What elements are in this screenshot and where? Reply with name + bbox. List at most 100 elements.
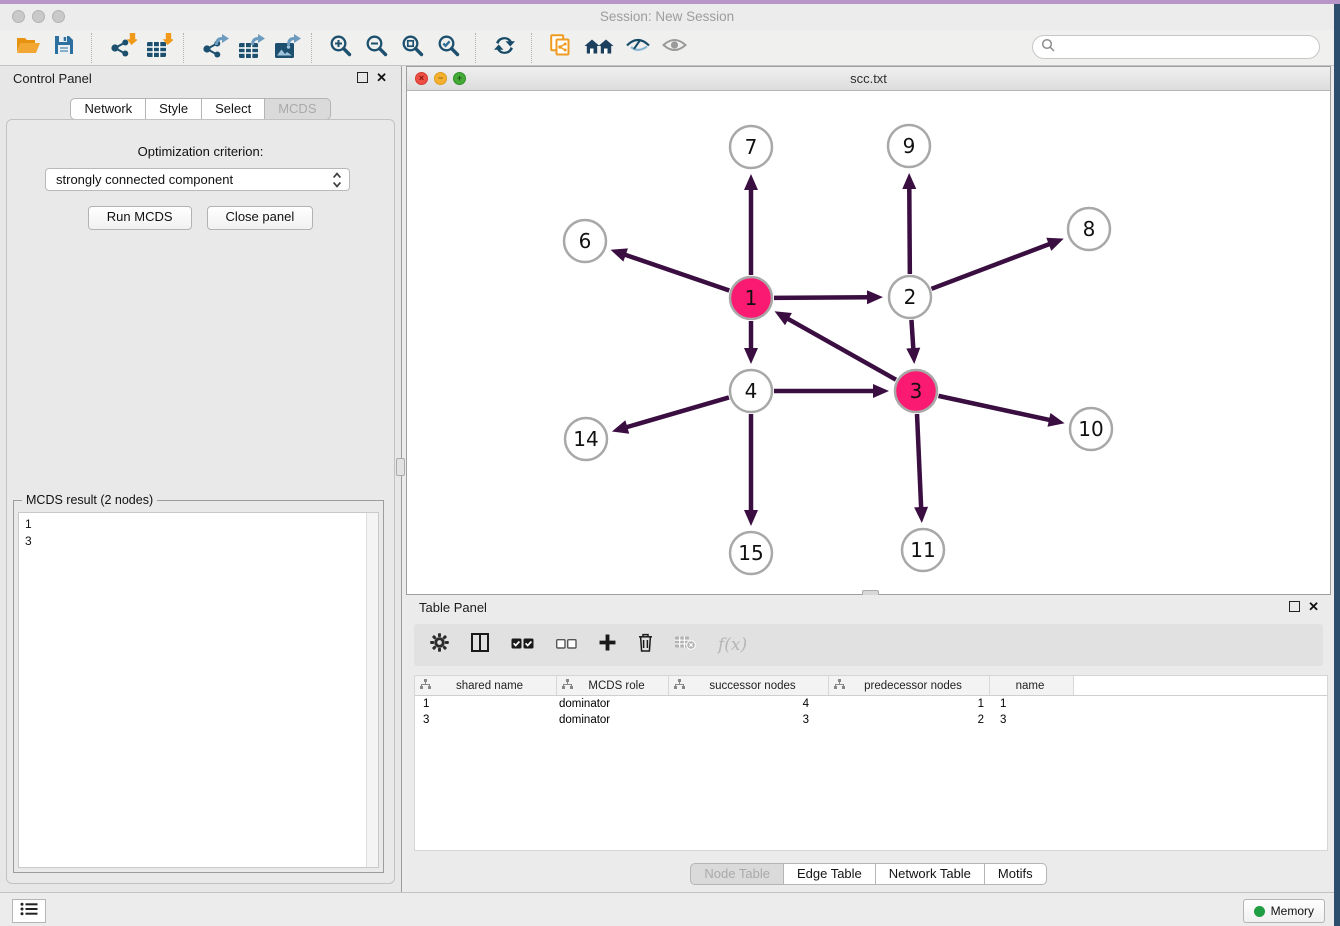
graph-edge-arrowhead: [867, 290, 883, 304]
zoom-fit-icon: [401, 34, 424, 62]
memory-button[interactable]: Memory: [1243, 899, 1325, 923]
export-image-button[interactable]: [266, 32, 302, 64]
table-row[interactable]: 3 dominator 3 2 3: [415, 712, 1327, 728]
show-graphics-details-button[interactable]: [656, 32, 692, 64]
task-history-button[interactable]: [12, 899, 46, 923]
graph-edge-2-8[interactable]: [932, 243, 1053, 289]
function-builder-button[interactable]: f(x): [718, 635, 747, 655]
graph-node-label: 8: [1083, 217, 1096, 241]
hierarchy-icon: [834, 677, 845, 695]
tab-mcds[interactable]: MCDS: [265, 98, 330, 120]
graph-edge-arrowhead: [612, 420, 629, 433]
export-arrow-icon: [250, 32, 265, 50]
zoom-selected-button[interactable]: [430, 32, 466, 64]
mcds-result-area[interactable]: 1 3: [18, 512, 379, 868]
close-panel-icon[interactable]: ✕: [1308, 601, 1319, 612]
dropdown-stepper-icon: [332, 171, 342, 192]
toolbar-separator: [183, 33, 185, 63]
splitter-grip-vertical[interactable]: [396, 458, 405, 476]
open-session-button[interactable]: [10, 32, 46, 64]
graph-edge-1-6[interactable]: [622, 254, 729, 291]
eye-icon: [662, 37, 687, 58]
graph-node-label: 2: [904, 285, 917, 309]
macos-titlebar[interactable]: Session: New Session: [0, 4, 1334, 31]
tab-edge-table[interactable]: Edge Table: [784, 863, 876, 885]
search-input[interactable]: [1060, 39, 1311, 56]
plus-icon: [599, 634, 616, 656]
table-panel-title: Table Panel: [419, 600, 487, 615]
tab-motifs[interactable]: Motifs: [985, 863, 1047, 885]
tab-node-table[interactable]: Node Table: [690, 863, 784, 885]
add-row-button[interactable]: [599, 634, 616, 656]
network-canvas[interactable]: 7968124314101511: [407, 91, 1330, 594]
column-header-predecessor-nodes[interactable]: predecessor nodes: [829, 676, 990, 695]
fx-icon: f(x): [718, 635, 747, 655]
export-table-button[interactable]: [230, 32, 266, 64]
column-header-name[interactable]: name: [990, 676, 1074, 695]
checked-boxes-icon: [511, 636, 534, 654]
tab-network-table[interactable]: Network Table: [876, 863, 985, 885]
graph-node-label: 4: [745, 379, 758, 403]
graph-node-label: 7: [745, 135, 758, 159]
download-arrow-icon: [162, 32, 173, 50]
column-header-mcds-role[interactable]: MCDS role: [557, 676, 669, 695]
zoom-in-button[interactable]: [322, 32, 358, 64]
delete-rows-button[interactable]: [638, 633, 653, 657]
unchecked-boxes-icon: [556, 636, 577, 654]
tab-network[interactable]: Network: [70, 98, 146, 120]
run-mcds-button[interactable]: Run MCDS: [88, 206, 192, 230]
graph-edge-2-9[interactable]: [909, 185, 910, 274]
graph-edge-3-11[interactable]: [917, 414, 921, 511]
clone-network-button[interactable]: [542, 32, 578, 64]
toggle-column-button[interactable]: [471, 633, 489, 657]
graph-edge-3-1[interactable]: [785, 317, 896, 380]
graph-edge-2-3[interactable]: [911, 320, 913, 352]
float-panel-icon[interactable]: [1289, 601, 1300, 612]
column-split-icon: [471, 633, 489, 657]
graph-edge-1-2[interactable]: [774, 297, 871, 298]
table-settings-button[interactable]: [430, 633, 449, 657]
close-panel-button[interactable]: Close panel: [207, 206, 314, 230]
save-session-button[interactable]: [46, 32, 82, 64]
result-line: 3: [25, 533, 372, 550]
hierarchy-icon: [420, 677, 431, 695]
cell-predecessor-nodes: 1: [829, 698, 990, 710]
criterion-dropdown[interactable]: strongly connected component: [45, 168, 350, 191]
refresh-view-button[interactable]: [486, 32, 522, 64]
delete-table-button[interactable]: [675, 635, 696, 655]
network-window-titlebar[interactable]: × − + scc.txt: [407, 67, 1330, 91]
close-panel-icon[interactable]: ✕: [376, 72, 387, 83]
import-table-button[interactable]: [138, 32, 174, 64]
cell-successor-nodes: 4: [669, 698, 829, 710]
graph-node-label: 15: [738, 541, 763, 565]
column-header-shared-name[interactable]: shared name: [415, 676, 557, 695]
tab-select[interactable]: Select: [202, 98, 265, 120]
graph-edge-arrowhead: [1046, 238, 1063, 251]
export-network-button[interactable]: [194, 32, 230, 64]
float-panel-icon[interactable]: [357, 72, 368, 83]
hide-graphics-details-button[interactable]: [620, 32, 656, 64]
gear-icon: [430, 633, 449, 657]
tab-style[interactable]: Style: [146, 98, 202, 120]
deselect-all-button[interactable]: [556, 636, 577, 654]
cell-mcds-role: dominator: [557, 698, 669, 710]
table-tabs: Node Table Edge Table Network Table Moti…: [406, 863, 1331, 885]
graph-edge-arrowhead: [914, 507, 928, 523]
column-header-successor-nodes[interactable]: successor nodes: [669, 676, 829, 695]
export-arrow-icon: [286, 32, 301, 50]
graph-edge-4-14[interactable]: [623, 397, 728, 428]
two-houses-button[interactable]: [578, 32, 620, 64]
search-field[interactable]: [1032, 35, 1320, 59]
graph-node-label: 6: [579, 229, 592, 253]
network-title: scc.txt: [407, 67, 1330, 90]
graph-edge-3-10[interactable]: [938, 396, 1052, 421]
zoom-fit-button[interactable]: [394, 32, 430, 64]
table-row[interactable]: 1 dominator 4 1 1: [415, 696, 1327, 712]
select-all-button[interactable]: [511, 636, 534, 654]
zoom-in-icon: [329, 34, 352, 62]
mcds-result-title: MCDS result (2 nodes): [22, 493, 157, 507]
cell-successor-nodes: 3: [669, 714, 829, 726]
result-scrollbar[interactable]: [366, 513, 378, 867]
import-network-button[interactable]: [102, 32, 138, 64]
zoom-out-button[interactable]: [358, 32, 394, 64]
